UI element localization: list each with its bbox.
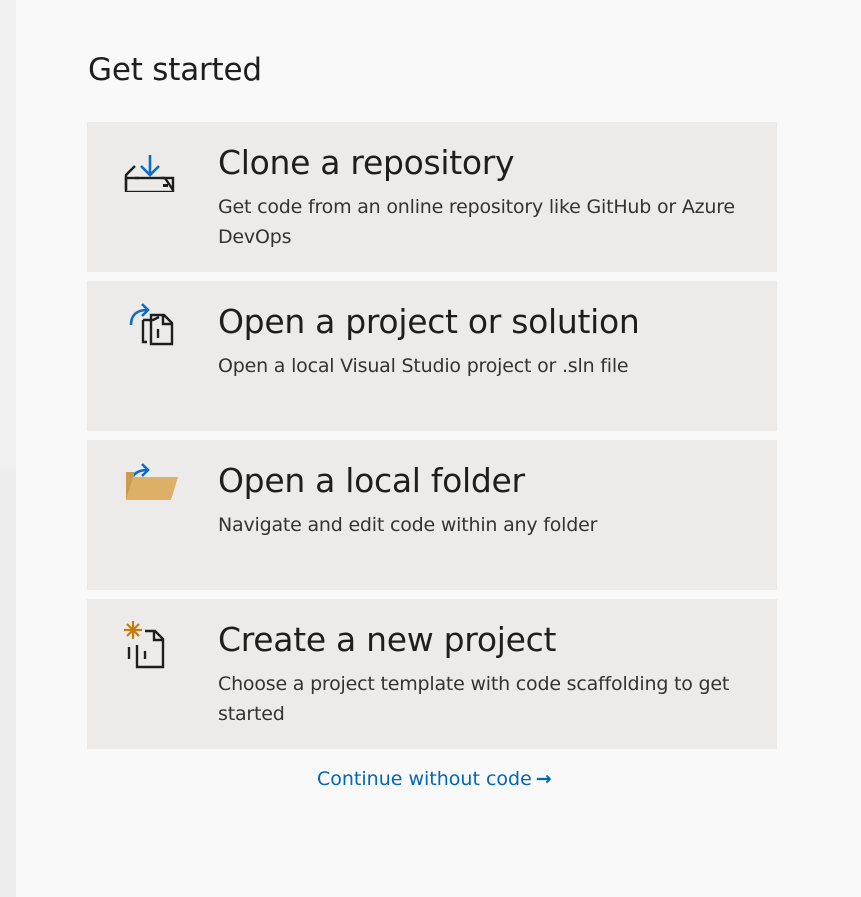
clone-repository-title: Clone a repository bbox=[218, 143, 515, 182]
clone-repository-description: Get code from an online repository like … bbox=[218, 196, 735, 248]
continue-without-code-link[interactable]: Continue without code → bbox=[317, 764, 552, 794]
page-title: Get started bbox=[88, 52, 262, 88]
open-project-description: Open a local Visual Studio project or .s… bbox=[218, 355, 629, 377]
create-new-project-title: Create a new project bbox=[218, 620, 557, 659]
left-edge-panel bbox=[0, 470, 16, 897]
open-folder-icon bbox=[117, 454, 183, 510]
arrow-right-icon: → bbox=[535, 768, 552, 790]
open-local-folder-description: Navigate and edit code within any folder bbox=[218, 514, 598, 536]
create-new-project-button[interactable]: Create a new project Choose a project te… bbox=[87, 599, 777, 749]
clone-repository-icon bbox=[117, 136, 183, 192]
open-local-folder-button[interactable]: Open a local folder Navigate and edit co… bbox=[87, 440, 777, 590]
clone-repository-button[interactable]: Clone a repository Get code from an onli… bbox=[87, 122, 777, 272]
open-local-folder-title: Open a local folder bbox=[218, 461, 525, 500]
open-project-title: Open a project or solution bbox=[218, 302, 640, 341]
create-new-project-description: Choose a project template with code scaf… bbox=[218, 673, 730, 725]
open-project-icon bbox=[117, 295, 183, 351]
new-project-icon bbox=[117, 613, 183, 669]
continue-without-code-label: Continue without code bbox=[317, 768, 532, 790]
open-project-button[interactable]: Open a project or solution Open a local … bbox=[87, 281, 777, 431]
